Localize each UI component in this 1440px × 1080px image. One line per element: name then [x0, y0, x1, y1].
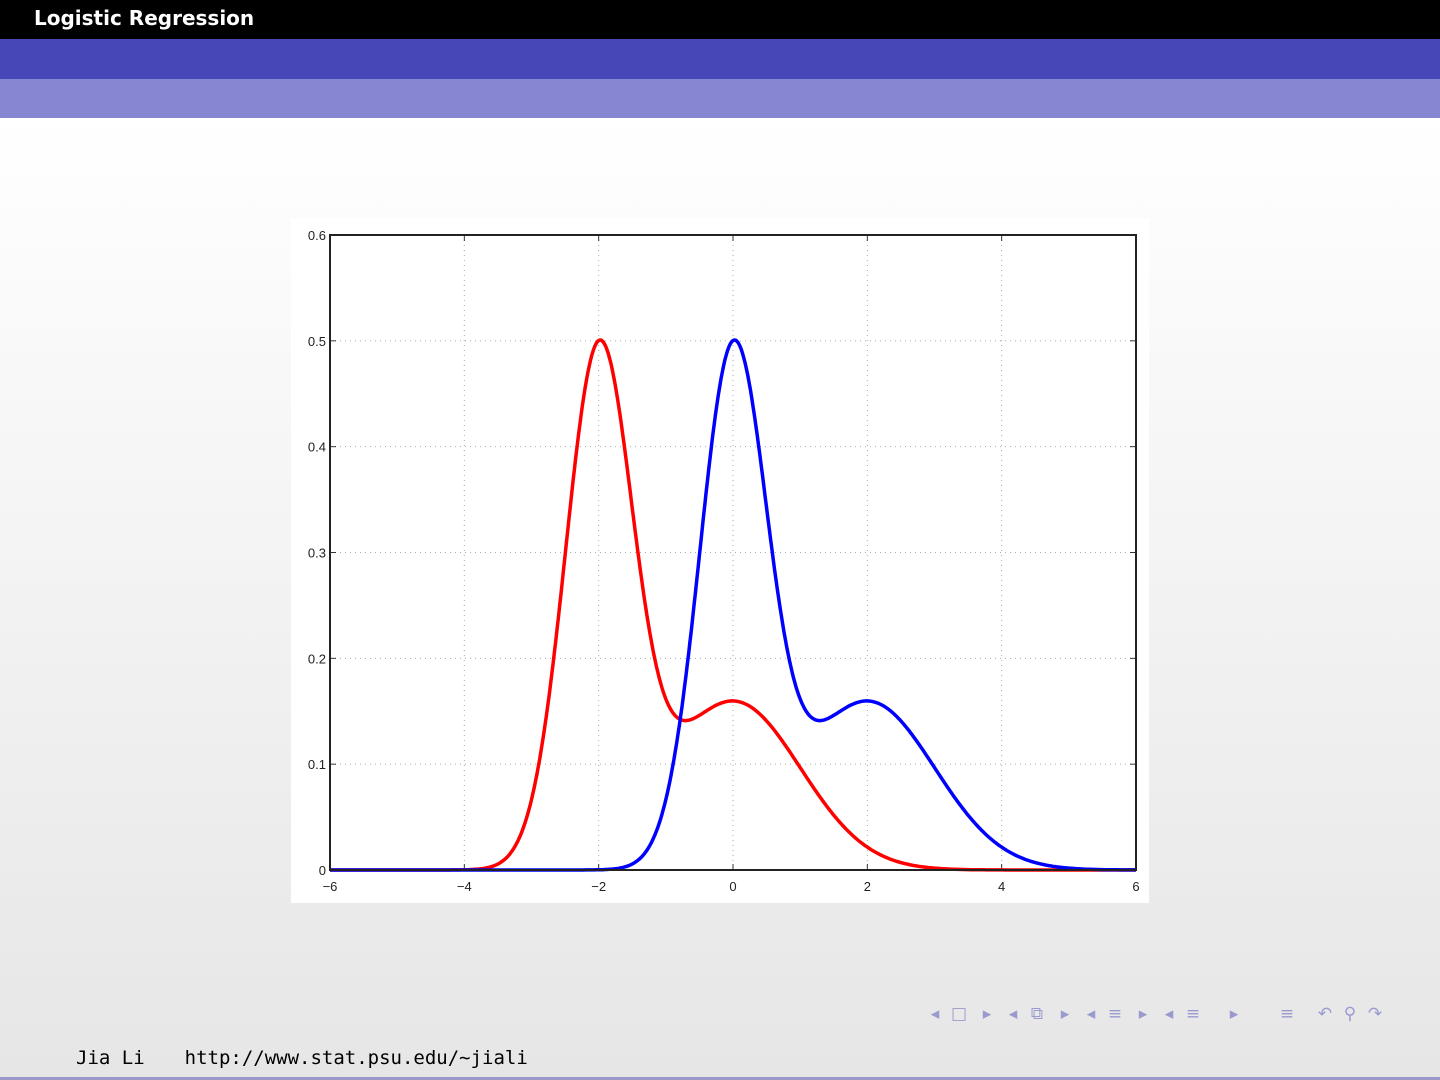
next-arrow-icon[interactable]: ▸ [972, 1004, 1002, 1030]
chart-svg: −6 −4 −2 0 2 4 6 0 0.1 0.2 0.3 0.4 0.5 0.6 [308, 228, 1140, 894]
x-tick-label: 4 [998, 879, 1005, 894]
undo-icon[interactable]: ↶ [1312, 1004, 1338, 1030]
y-tick-label: 0.5 [308, 334, 326, 349]
density-plot: −6 −4 −2 0 2 4 6 0 0.1 0.2 0.3 0.4 0.5 0.6 [291, 218, 1149, 903]
prev-arrow-icon[interactable]: ◂ [1158, 1004, 1180, 1030]
section-list-icon[interactable]: ≡ [1180, 1004, 1206, 1030]
beamer-navigation: ◂ □ ▸ ◂ ⧉ ▸ ◂ ≡ ▸ ◂ ≡ ▸ ≡ ↶ ⚲ ↷ [924, 1004, 1388, 1030]
x-tick-label: −4 [457, 879, 472, 894]
prev-arrow-icon[interactable]: ◂ [1080, 1004, 1102, 1030]
subsection-icon[interactable]: ⧉ [1024, 1004, 1050, 1030]
footer-url[interactable]: http://www.stat.psu.edu/∼jiali [185, 1047, 528, 1069]
redo-icon[interactable]: ↷ [1362, 1004, 1388, 1030]
header-band [0, 39, 1440, 79]
x-tick-label: 6 [1132, 879, 1139, 894]
prev-arrow-icon[interactable]: ◂ [924, 1004, 946, 1030]
subheader-band [0, 79, 1440, 118]
search-icon[interactable]: ⚲ [1338, 1004, 1362, 1030]
y-tick-label: 0.4 [308, 440, 326, 455]
y-tick-label: 0.6 [308, 228, 326, 243]
frame-icon[interactable]: □ [946, 1004, 972, 1030]
section-icon[interactable]: ≡ [1102, 1004, 1128, 1030]
x-tick-label: −6 [323, 879, 338, 894]
x-tick-label: −2 [591, 879, 606, 894]
footer-author: Jia Li [76, 1047, 145, 1069]
slide-title: Logistic Regression [0, 0, 1440, 39]
x-tick-label: 0 [729, 879, 736, 894]
x-tick-label: 2 [864, 879, 871, 894]
y-tick-label: 0.3 [308, 546, 326, 561]
y-tick-label: 0.1 [308, 757, 326, 772]
next-arrow-icon[interactable]: ▸ [1128, 1004, 1158, 1030]
next-arrow-icon[interactable]: ▸ [1050, 1004, 1080, 1030]
footer: Jia Li http://www.stat.psu.edu/∼jiali [76, 1047, 568, 1069]
appendix-icon[interactable]: ≡ [1262, 1004, 1312, 1030]
next-arrow-icon[interactable]: ▸ [1206, 1004, 1262, 1030]
y-tick-label: 0 [319, 863, 326, 878]
y-tick-label: 0.2 [308, 651, 326, 666]
prev-arrow-icon[interactable]: ◂ [1002, 1004, 1024, 1030]
